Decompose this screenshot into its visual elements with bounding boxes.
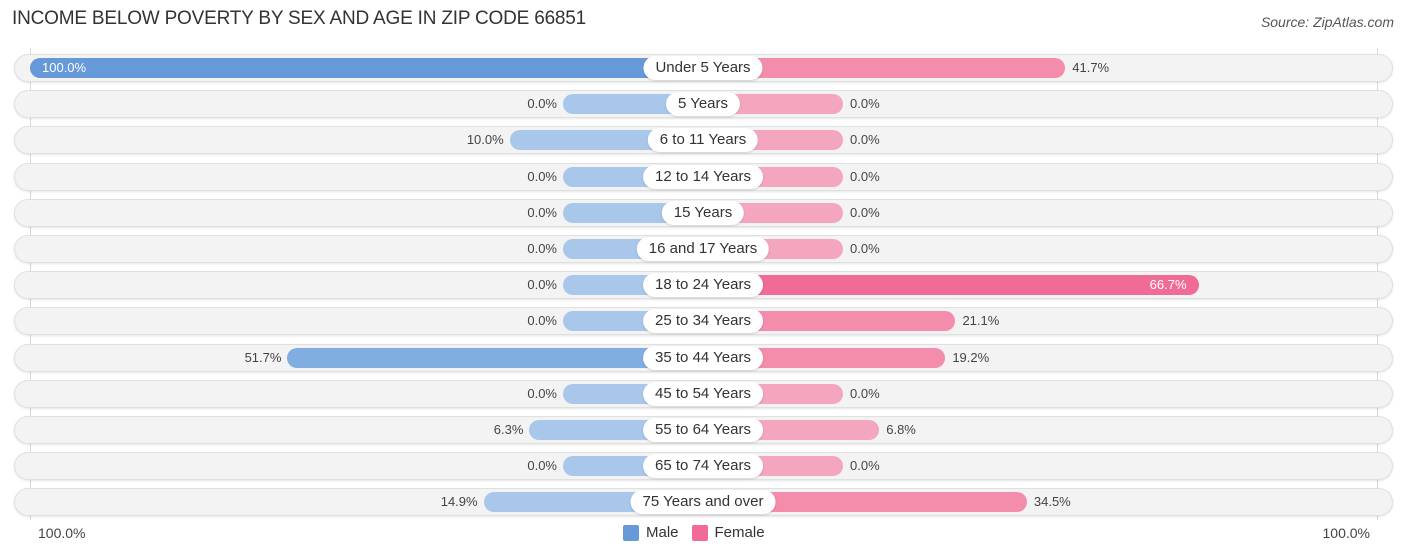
female-value-label: 0.0%	[850, 169, 880, 184]
female-value-label: 0.0%	[850, 458, 880, 473]
source-label: Source: ZipAtlas.com	[1260, 14, 1394, 30]
female-value-label: 0.0%	[850, 241, 880, 256]
male-bar[interactable]	[30, 58, 703, 78]
axis-right-label: 100.0%	[1322, 525, 1370, 541]
male-value-label: 10.0%	[466, 132, 504, 147]
male-value-label: 14.9%	[440, 494, 478, 509]
male-value-label: 0.0%	[527, 386, 557, 401]
axis-left-label: 100.0%	[38, 525, 86, 541]
female-value-label: 6.8%	[886, 422, 916, 437]
female-value-label: 0.0%	[850, 132, 880, 147]
category-label: 16 and 17 Years	[636, 237, 770, 261]
female-value-label: 66.7%	[1149, 277, 1187, 292]
category-label: 6 to 11 Years	[647, 128, 759, 152]
male-value-label: 0.0%	[527, 458, 557, 473]
female-value-label: 41.7%	[1072, 60, 1110, 75]
category-label: 35 to 44 Years	[643, 346, 763, 370]
female-value-label: 0.0%	[850, 386, 880, 401]
female-value-label: 34.5%	[1033, 494, 1071, 509]
legend-label-male: Male	[646, 524, 679, 541]
male-value-label: 0.0%	[527, 241, 557, 256]
male-value-label: 0.0%	[527, 205, 557, 220]
legend-swatch-male	[623, 524, 639, 541]
female-value-label: 0.0%	[850, 205, 880, 220]
male-value-label: 0.0%	[527, 96, 557, 111]
male-value-label: 6.3%	[493, 422, 524, 437]
legend-item-female[interactable]: Female	[691, 524, 765, 541]
category-label: 25 to 34 Years	[643, 309, 763, 333]
category-label: 5 Years	[665, 92, 741, 116]
category-label: 75 Years and over	[630, 490, 776, 514]
male-value-label: 100.0%	[42, 60, 87, 75]
legend-swatch-female	[691, 524, 708, 541]
female-bar[interactable]	[703, 275, 1199, 295]
chart-title: INCOME BELOW POVERTY BY SEX AND AGE IN Z…	[12, 8, 587, 29]
male-value-label: 0.0%	[527, 169, 557, 184]
male-value-label: 0.0%	[527, 277, 557, 292]
category-label: 15 Years	[661, 201, 745, 225]
legend: Male Female	[623, 524, 778, 541]
male-bar[interactable]	[287, 348, 703, 368]
male-value-label: 51.7%	[244, 350, 282, 365]
category-label: 55 to 64 Years	[643, 418, 763, 442]
category-label: 65 to 74 Years	[643, 454, 763, 478]
female-value-label: 0.0%	[850, 96, 880, 111]
category-label: 18 to 24 Years	[643, 273, 763, 297]
female-value-label: 21.1%	[962, 313, 1000, 328]
legend-item-male[interactable]: Male	[623, 524, 679, 541]
female-value-label: 19.2%	[952, 350, 990, 365]
category-label: 45 to 54 Years	[643, 382, 763, 406]
category-label: Under 5 Years	[643, 56, 763, 80]
legend-label-female: Female	[714, 524, 765, 541]
category-label: 12 to 14 Years	[643, 165, 763, 189]
male-value-label: 0.0%	[527, 313, 557, 328]
